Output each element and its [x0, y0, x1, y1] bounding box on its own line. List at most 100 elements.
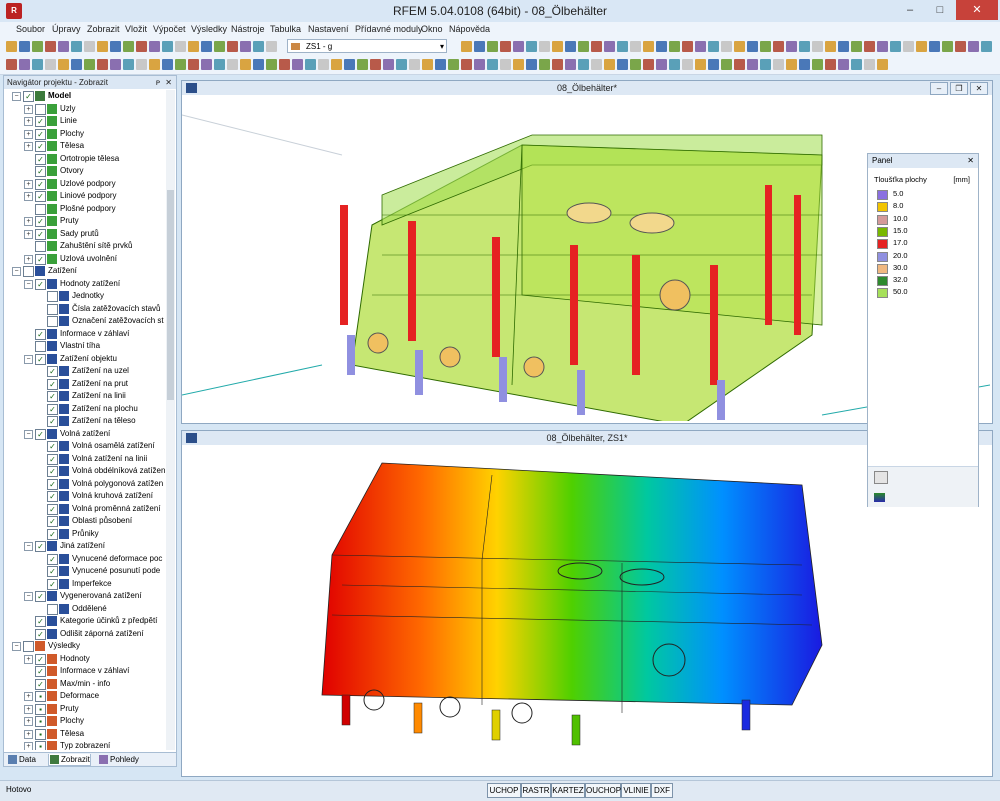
tree-item[interactable]: Jednotky [4, 290, 166, 302]
menu-napoveda[interactable]: Nápověda [449, 24, 490, 34]
toolbar-button-icon[interactable] [799, 41, 810, 52]
toolbar-button-icon[interactable] [929, 41, 940, 52]
toolbar-button-icon[interactable] [812, 41, 823, 52]
toolbar-button-icon[interactable] [331, 59, 342, 70]
checkbox[interactable]: ✓ [35, 591, 46, 602]
checkbox[interactable]: ✓ [35, 216, 46, 227]
menu-soubor[interactable]: Soubor [16, 24, 45, 34]
tree-item[interactable]: Oddělené [4, 603, 166, 615]
toolbar-button-icon[interactable] [32, 59, 43, 70]
tree-item[interactable]: + ✓ Liniové podpory [4, 190, 166, 202]
toolbar-button-icon[interactable] [760, 59, 771, 70]
toolbar-button-icon[interactable] [734, 41, 745, 52]
toolbar-button-icon[interactable] [760, 41, 771, 52]
toolbar-button-icon[interactable] [266, 41, 277, 52]
toolbar-button-icon[interactable] [253, 59, 264, 70]
collapse-icon[interactable]: − [24, 592, 33, 601]
tree-item[interactable]: ✓ Zatížení na těleso [4, 415, 166, 427]
vlinie-button[interactable]: VLINIE [621, 783, 651, 798]
menu-okno[interactable]: Okno [421, 24, 443, 34]
checkbox[interactable]: ✓ [35, 128, 46, 140]
collapse-icon[interactable]: − [12, 92, 21, 101]
tree-item[interactable]: ✓ Vynucené deformace poc [4, 553, 166, 565]
tree-item[interactable]: + ▪ Deformace [4, 690, 166, 702]
toolbar-button-icon[interactable] [110, 59, 121, 70]
toolbar-button-icon[interactable] [838, 41, 849, 52]
toolbar-button-icon[interactable] [292, 59, 303, 70]
checkbox[interactable]: ✓ [35, 678, 46, 690]
expand-icon[interactable]: + [24, 229, 33, 239]
toolbar-button-icon[interactable] [643, 41, 654, 52]
toolbar-button-icon[interactable] [786, 41, 797, 52]
maximize-button[interactable]: □ [926, 0, 954, 20]
checkbox[interactable]: ✓ [47, 391, 58, 402]
checkbox[interactable] [35, 341, 46, 352]
checkbox[interactable]: ✓ [47, 366, 58, 377]
checkbox[interactable]: ✓ [35, 666, 46, 677]
tree-item[interactable]: ✓ Zatížení na uzel [4, 365, 166, 377]
expand-icon[interactable]: + [24, 117, 33, 126]
toolbar-button-icon[interactable] [968, 41, 979, 52]
toolbar-button-icon[interactable] [175, 41, 186, 52]
tree-item[interactable]: ✓ Oblasti působení [4, 515, 166, 527]
checkbox[interactable]: ✓ [35, 166, 46, 177]
toolbar-button-icon[interactable] [422, 59, 433, 70]
toolbar-button-icon[interactable] [747, 41, 758, 52]
checkbox[interactable]: ✓ [35, 178, 46, 190]
toolbar-button-icon[interactable] [565, 41, 576, 52]
checkbox[interactable] [35, 103, 46, 115]
toolbar-button-icon[interactable] [669, 59, 680, 70]
window-close-button[interactable]: ✕ [970, 82, 988, 95]
toolbar-button-icon[interactable] [214, 41, 225, 52]
tree-item[interactable]: ✓ Ortotropie tělesa [4, 153, 166, 165]
toolbar-button-icon[interactable] [136, 41, 147, 52]
checkbox[interactable]: ✓ [35, 116, 46, 127]
toolbar-button-icon[interactable] [630, 59, 641, 70]
toolbar-button-icon[interactable] [981, 41, 992, 52]
toolbar-button-icon[interactable] [591, 59, 602, 70]
menu-tabulka[interactable]: Tabulka [270, 24, 301, 34]
toolbar-button-icon[interactable] [97, 59, 108, 70]
toolbar-button-icon[interactable] [877, 59, 888, 70]
tree-item[interactable]: + ✓ Tělesa [4, 140, 166, 152]
toolbar-button-icon[interactable] [526, 41, 537, 52]
toolbar-button-icon[interactable] [669, 41, 680, 52]
checkbox[interactable]: ✓ [35, 328, 46, 340]
tree-item[interactable]: + ✓ Sady prutů [4, 228, 166, 240]
tree-item[interactable]: − ✓ Jiná zatížení [4, 540, 166, 552]
toolbar-button-icon[interactable] [721, 41, 732, 52]
tree-item[interactable]: + Uzly [4, 103, 166, 115]
toolbar-button-icon[interactable] [45, 59, 56, 70]
tree-item[interactable]: + ✓ Uzlové podpory [4, 178, 166, 190]
toolbar-button-icon[interactable] [500, 59, 511, 70]
toolbar-button-icon[interactable] [552, 41, 563, 52]
checkbox[interactable]: ✓ [47, 528, 58, 540]
toolbar-button-icon[interactable] [552, 59, 563, 70]
tree-item[interactable]: ✓ Informace v záhlaví [4, 328, 166, 340]
toolbar-button-icon[interactable] [825, 59, 836, 70]
expand-icon[interactable]: + [24, 192, 33, 201]
tree-item[interactable]: ✓ Max/min - info [4, 678, 166, 690]
menu-zobrazit[interactable]: Zobrazit [87, 24, 120, 34]
toolbar-button-icon[interactable] [487, 41, 498, 52]
tree-item[interactable]: ✓ Kategorie účinků z předpětí [4, 615, 166, 627]
expand-icon[interactable]: + [24, 254, 33, 264]
checkbox[interactable]: ✓ [47, 466, 58, 477]
toolbar-button-icon[interactable] [6, 41, 17, 52]
toolbar-button-icon[interactable] [617, 41, 628, 52]
checkbox[interactable]: ✓ [35, 541, 46, 552]
expand-icon[interactable]: + [24, 129, 33, 139]
toolbar-button-icon[interactable] [448, 59, 459, 70]
checkbox[interactable] [35, 203, 46, 215]
checkbox[interactable]: ▪ [35, 703, 46, 715]
tree-item[interactable]: + ▪ Plochy [4, 715, 166, 727]
toolbar-button-icon[interactable] [84, 59, 95, 70]
expand-icon[interactable]: + [24, 704, 33, 714]
checkbox[interactable]: ✓ [47, 578, 58, 590]
toolbar-button-icon[interactable] [539, 41, 550, 52]
checkbox[interactable]: ✓ [35, 191, 46, 202]
toolbar-button-icon[interactable] [656, 59, 667, 70]
expand-icon[interactable]: + [24, 692, 33, 701]
tree-item[interactable]: − Zatížení [4, 265, 166, 277]
tree-item[interactable]: − ✓ Volná zatížení [4, 428, 166, 440]
